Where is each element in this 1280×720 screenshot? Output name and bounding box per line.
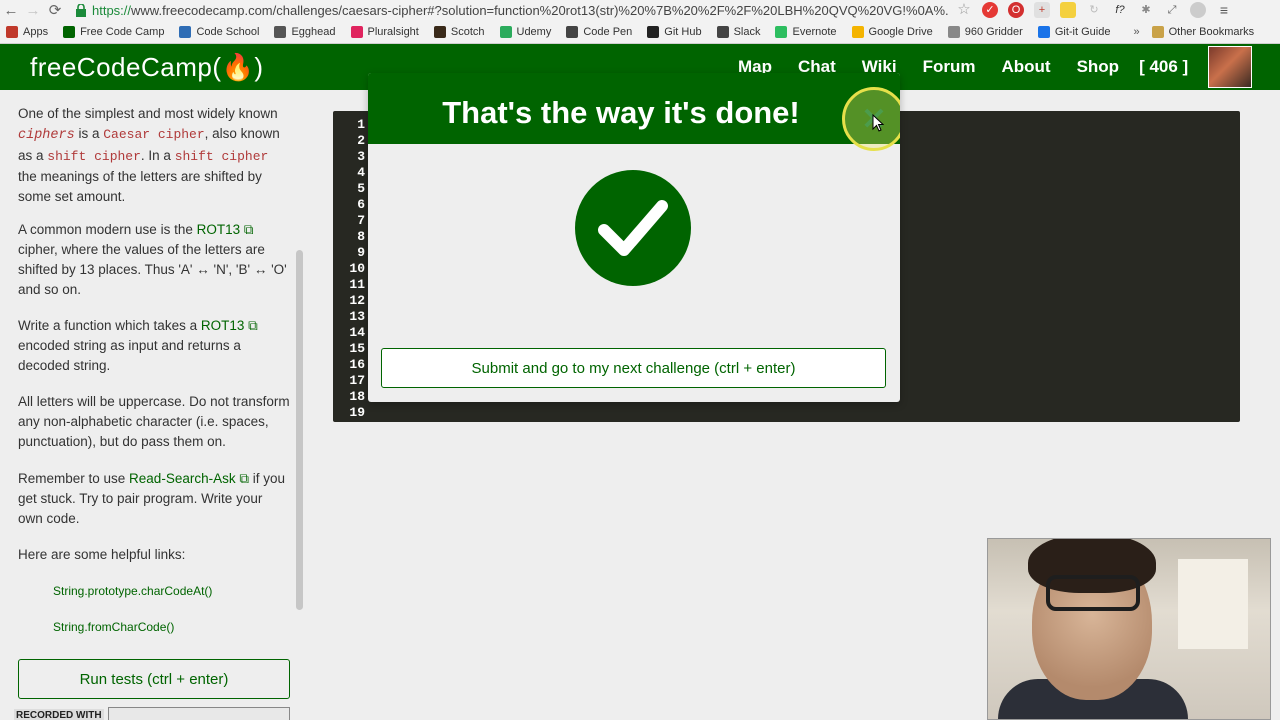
bookmark-label: 960 Gridder <box>964 25 1023 38</box>
bookmark-label: Udemy <box>516 25 552 38</box>
extension-icon[interactable]: ✱ <box>1138 2 1154 18</box>
other-bookmarks[interactable]: Other Bookmarks <box>1151 25 1255 38</box>
scotch-icon <box>433 25 446 38</box>
extension-icon[interactable]: ✓ <box>982 2 998 18</box>
extension-icon[interactable]: f? <box>1112 2 1128 18</box>
extension-icon[interactable] <box>1060 2 1076 18</box>
evernote-icon <box>775 25 788 38</box>
address-bar[interactable]: https://www.freecodecamp.com/challenges/… <box>92 3 948 18</box>
bookmark-label: Code School <box>196 25 260 38</box>
lock-icon <box>76 3 86 17</box>
apps-icon <box>6 25 18 38</box>
bookmark-label: Git Hub <box>664 25 702 38</box>
extension-icon[interactable] <box>1190 2 1206 18</box>
bookmark-label: Slack <box>733 25 761 38</box>
browser-toolbar: ← → ⟳ https://www.freecodecamp.com/chall… <box>0 0 1280 20</box>
star-icon[interactable]: ☆ <box>956 2 972 18</box>
checkmark-icon <box>575 170 691 286</box>
bookmarks-overflow-button[interactable]: » <box>1133 26 1139 38</box>
avatar[interactable] <box>1208 46 1252 88</box>
slack-icon <box>716 25 729 38</box>
bookmark-item[interactable]: Slack <box>716 25 761 38</box>
drive-icon <box>851 25 864 38</box>
bookmark-item[interactable]: Code School <box>179 25 260 38</box>
other-bookmarks-label: Other Bookmarks <box>1168 25 1255 38</box>
modal-header: That's the way it's done! <box>368 73 900 144</box>
pluralsight-icon <box>350 25 363 38</box>
nav-link-about[interactable]: About <box>1001 57 1050 77</box>
bookmark-label: Scotch <box>450 25 485 38</box>
bookmark-item[interactable]: Evernote <box>775 25 837 38</box>
webcam-background <box>1178 559 1248 649</box>
udemy-icon <box>499 25 512 38</box>
git-icon <box>1037 25 1050 38</box>
extension-icon[interactable]: ↻ <box>1086 2 1102 18</box>
bookmark-item[interactable]: 960 Gridder <box>947 25 1023 38</box>
bookmark-item[interactable]: Git-it Guide <box>1037 25 1111 38</box>
bookmark-item[interactable]: Google Drive <box>851 25 933 38</box>
success-modal: That's the way it's done! ✕ Submit and g… <box>368 73 900 402</box>
bookmark-item[interactable]: Udemy <box>499 25 552 38</box>
bookmark-label: Egghead <box>291 25 336 38</box>
extension-icon[interactable]: O <box>1008 2 1024 18</box>
back-button[interactable]: ← <box>0 2 22 19</box>
url-text: www.freecodecamp.com/challenges/caesars-… <box>131 2 948 18</box>
url-scheme: https:// <box>92 2 132 18</box>
submit-next-challenge-button[interactable]: Submit and go to my next challenge (ctrl… <box>381 348 886 388</box>
bookmark-label: Evernote <box>792 25 837 38</box>
extension-icons: ☆ ✓ O + ↻ f? ✱ ⤢ ≡ <box>956 2 1232 18</box>
bookmark-item[interactable]: Apps <box>6 25 49 38</box>
forward-button[interactable]: → <box>22 2 44 19</box>
codepen-icon <box>566 25 579 38</box>
bookmark-item[interactable]: Git Hub <box>647 25 702 38</box>
bookmark-item[interactable]: Pluralsight <box>350 25 419 38</box>
bookmark-label: Code Pen <box>583 25 633 38</box>
reload-button[interactable]: ⟳ <box>44 1 66 19</box>
bookmark-item[interactable]: Code Pen <box>566 25 633 38</box>
extension-icon[interactable]: + <box>1034 2 1050 18</box>
bookmarks-bar: Apps Free Code Camp Code School Egghead Plur… <box>0 20 1280 44</box>
mouse-cursor-icon <box>872 114 885 132</box>
site-logo[interactable]: freeCodeCamp(🔥) <box>30 52 264 83</box>
bookmark-label: Apps <box>23 25 49 38</box>
webcam-overlay <box>987 538 1271 720</box>
fcc-icon <box>63 25 76 38</box>
menu-icon[interactable]: ≡ <box>1216 2 1232 18</box>
bookmark-label: Free Code Camp <box>80 25 165 38</box>
nav-link-forum[interactable]: Forum <box>923 57 976 77</box>
bookmark-item[interactable]: Free Code Camp <box>63 25 165 38</box>
egghead-icon <box>274 25 287 38</box>
code-icon <box>179 25 192 38</box>
bookmark-label: Git-it Guide <box>1054 25 1111 38</box>
bookmark-label: Google Drive <box>868 25 933 38</box>
close-icon[interactable]: ✕ <box>842 87 900 151</box>
extension-icon[interactable]: ⤢ <box>1164 2 1180 18</box>
page-icon <box>947 25 960 38</box>
bookmark-label: Pluralsight <box>367 25 419 38</box>
folder-icon <box>1151 25 1164 38</box>
glasses-icon <box>1046 575 1140 611</box>
modal-title: That's the way it's done! <box>442 94 800 130</box>
github-icon <box>647 25 660 38</box>
points-badge[interactable]: [ 406 ] <box>1139 57 1188 77</box>
bookmark-item[interactable]: Scotch <box>433 25 485 38</box>
bookmark-item[interactable]: Egghead <box>274 25 336 38</box>
nav-link-shop[interactable]: Shop <box>1077 57 1120 77</box>
